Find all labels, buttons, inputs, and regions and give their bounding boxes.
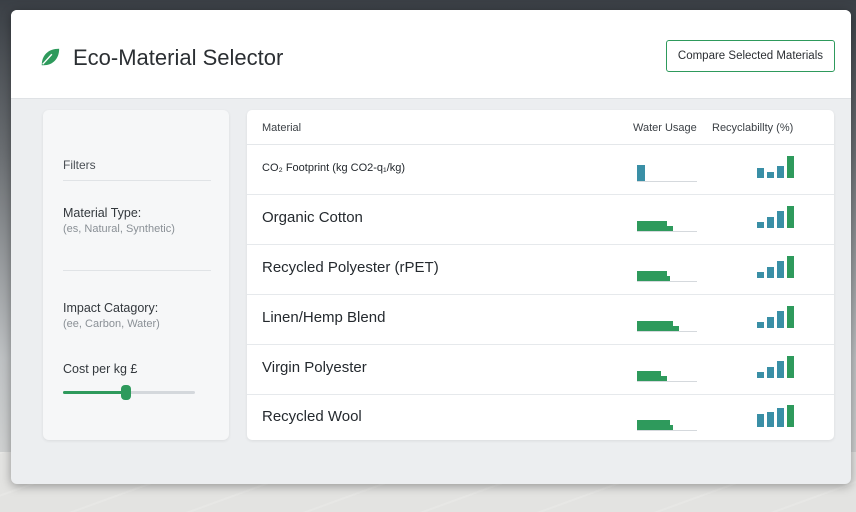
water-usage-baseline	[637, 231, 697, 232]
material-type-hint: (es, Natural, Synthetic)	[63, 223, 175, 235]
table-row[interactable]: Organic Cotton	[247, 194, 834, 245]
filters-title: Filters	[63, 158, 96, 172]
recyclability-bar	[777, 311, 784, 328]
recyclability-bar	[777, 211, 784, 228]
material-name: Virgin Polyester	[262, 359, 367, 376]
materials-table: Material Water Usage Recyclabillty (%) C…	[247, 110, 834, 440]
recyclability-bars	[757, 306, 807, 328]
water-usage-segment	[637, 425, 673, 430]
recyclability-bar	[767, 217, 774, 228]
recyclability-bar	[787, 405, 794, 427]
app-title: Eco-Material Selector	[73, 45, 284, 70]
recyclability-bar	[757, 272, 764, 278]
impact-category-hint: (ee, Carbon, Water)	[63, 318, 160, 330]
recyclability-bar	[767, 267, 774, 278]
divider	[63, 270, 211, 271]
water-usage-baseline	[637, 281, 697, 282]
water-usage-segment	[637, 276, 670, 281]
app-window: Eco-Material Selector Compare Selected M…	[11, 10, 851, 484]
material-type-label[interactable]: Material Type:	[63, 206, 141, 220]
material-name: Recycled Wool	[262, 408, 362, 425]
column-header-material[interactable]: Material	[262, 122, 301, 134]
water-usage-segment	[637, 226, 673, 231]
impact-category-label[interactable]: Impact Catagory:	[63, 301, 158, 315]
recyclability-bar	[777, 408, 784, 427]
recyclability-bar	[777, 261, 784, 278]
divider	[63, 180, 211, 181]
recyclability-bars	[757, 405, 807, 427]
compare-selected-button[interactable]: Compare Selected Materials	[665, 40, 835, 72]
leaf-icon	[41, 48, 60, 66]
recyclability-bar	[757, 168, 764, 178]
recyclability-bar	[787, 156, 794, 178]
table-row[interactable]: Virgin Polyester	[247, 344, 834, 395]
material-name: Linen/Hemp Blend	[262, 309, 386, 326]
recyclability-bar	[777, 361, 784, 378]
recyclability-bar	[787, 356, 794, 378]
recyclability-bars	[757, 156, 807, 178]
water-usage-bar	[637, 308, 697, 332]
recyclability-bar	[767, 317, 774, 328]
cost-slider[interactable]	[63, 385, 195, 400]
cost-slider-fill	[63, 391, 127, 394]
water-usage-bar	[637, 158, 697, 182]
water-usage-segment	[637, 376, 667, 381]
material-name: Recycled Polyester (rPET)	[262, 259, 439, 276]
table-row[interactable]: CO₂ Footprint (kg CO2-q₁/kg)	[247, 144, 834, 195]
water-usage-segment	[637, 326, 679, 331]
water-usage-bar	[637, 358, 697, 382]
water-usage-baseline	[637, 181, 697, 182]
table-row[interactable]: Linen/Hemp Blend	[247, 294, 834, 345]
recyclability-bar	[777, 166, 784, 178]
column-header-recyclability[interactable]: Recyclabillty (%)	[712, 122, 793, 134]
material-name: CO₂ Footprint (kg CO2-q₁/kg)	[262, 162, 406, 174]
recyclability-bar	[787, 256, 794, 278]
water-usage-bar	[637, 407, 697, 431]
recyclability-bar	[787, 306, 794, 328]
recyclability-bars	[757, 356, 807, 378]
water-usage-baseline	[637, 381, 697, 382]
recyclability-bar	[767, 412, 774, 427]
column-header-water-usage[interactable]: Water Usage	[633, 122, 697, 134]
recyclability-bar	[757, 222, 764, 228]
cost-per-kg-label: Cost per kg £	[63, 362, 138, 376]
recyclability-bar	[757, 372, 764, 378]
recyclability-bar	[757, 322, 764, 328]
filters-panel: Filters Material Type: (es, Natural, Syn…	[43, 110, 229, 440]
material-name: Organic Cotton	[262, 209, 363, 226]
water-usage-segment	[637, 165, 645, 181]
recyclability-bar	[767, 172, 774, 178]
water-usage-bar	[637, 258, 697, 282]
app-header: Eco-Material Selector Compare Selected M…	[11, 10, 851, 99]
table-header: Material Water Usage Recyclabillty (%)	[247, 110, 834, 145]
water-usage-bar	[637, 208, 697, 232]
table-row[interactable]: Recycled Wool	[247, 393, 834, 440]
cost-slider-thumb[interactable]	[121, 385, 132, 400]
table-row[interactable]: Recycled Polyester (rPET)	[247, 244, 834, 295]
water-usage-baseline	[637, 430, 697, 431]
recyclability-bar	[757, 414, 764, 427]
recyclability-bars	[757, 206, 807, 228]
recyclability-bar	[787, 206, 794, 228]
water-usage-baseline	[637, 331, 697, 332]
recyclability-bars	[757, 256, 807, 278]
recyclability-bar	[767, 367, 774, 378]
